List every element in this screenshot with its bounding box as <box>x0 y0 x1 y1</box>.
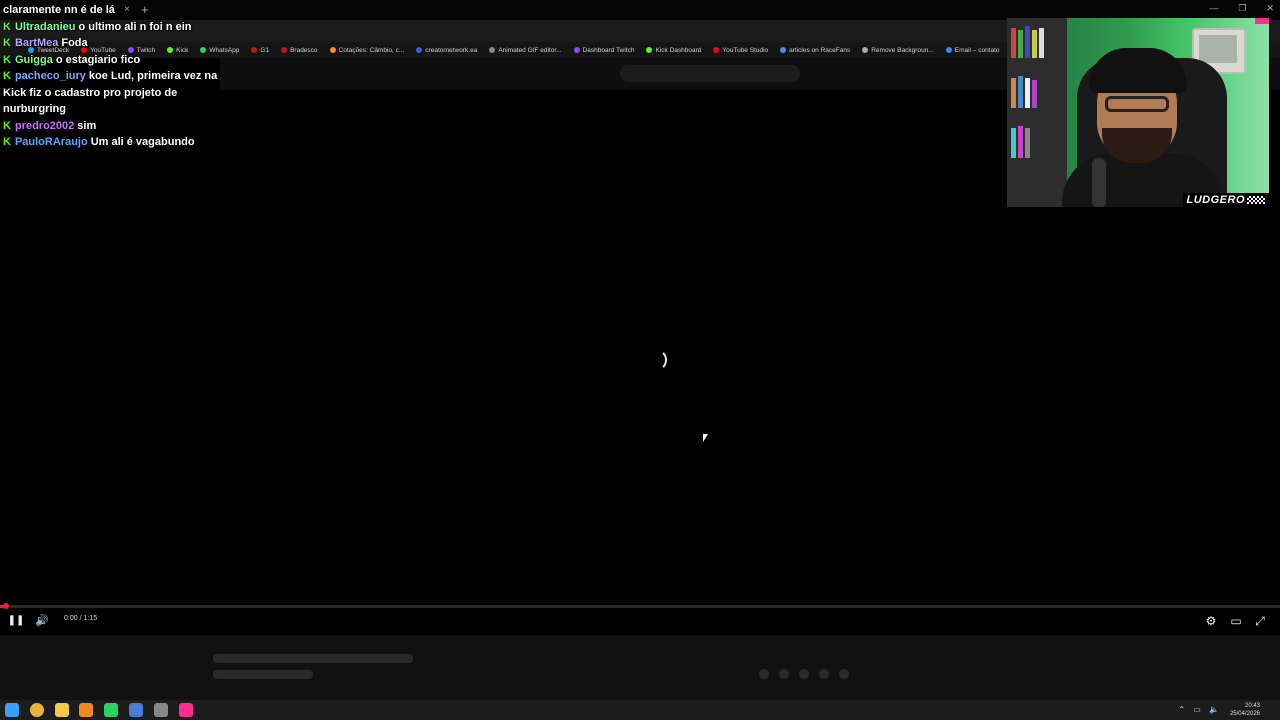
bookmark-label: G1 <box>260 46 270 54</box>
bookmark-favicon-icon <box>329 47 336 53</box>
chat-username[interactable]: Guigga <box>15 54 53 66</box>
bookmark-item[interactable]: Cotações: Câmbio, c... <box>329 46 405 54</box>
bookmark-label: Email – contato <box>954 46 1000 54</box>
player-controls: ❚❚ 🔊 0:00 / 1:15 ⚙ ▭ ⤢ <box>0 610 1280 632</box>
settings-icon[interactable]: ⚙ <box>1202 612 1220 630</box>
app-icon-orange[interactable] <box>79 703 94 717</box>
microphone <box>1092 158 1106 207</box>
bookmark-item[interactable]: YouTube Studio <box>713 47 768 54</box>
windows-start-icon[interactable] <box>5 703 19 717</box>
bookmark-label: Remove Backgroun... <box>871 46 934 54</box>
bookmark-item[interactable]: Remove Backgroun... <box>862 47 934 54</box>
kick-badge-icon: K <box>3 20 11 33</box>
chat-message: K Ultradanieu o ultimo ali n foi n ein <box>3 19 218 36</box>
bookmark-favicon-icon <box>416 47 423 53</box>
progress-knob[interactable] <box>3 603 9 609</box>
chat-text: o ultimo ali n foi n ein <box>78 20 192 33</box>
kick-badge-icon: K <box>3 53 11 66</box>
streamer-cap <box>1089 48 1187 93</box>
chat-username[interactable]: PauloRAraujo <box>15 136 88 148</box>
bookmark-item[interactable]: articles on RaceFans <box>780 47 850 54</box>
chat-username[interactable]: BartMea <box>15 37 58 49</box>
search-input[interactable] <box>620 65 800 82</box>
bookmark-favicon-icon <box>862 47 869 53</box>
title-placeholder <box>213 654 413 663</box>
app-icon-gear[interactable] <box>153 703 168 717</box>
bookmark-label: Kick Dashboard <box>655 46 702 54</box>
maximize-button[interactable]: ❐ <box>1238 3 1246 14</box>
bookmark-favicon-icon <box>646 47 653 53</box>
volume-icon[interactable]: 🔊 <box>33 612 51 630</box>
taskbar: ⌃ ▭ 🔈 20:43 25/04/2026 <box>0 700 1280 720</box>
bookmark-favicon-icon <box>489 47 496 53</box>
bookmark-label: Dashboard Twitch <box>582 46 635 54</box>
kick-badge-icon: K <box>3 37 11 49</box>
bookmark-label: YouTube Studio <box>722 46 769 54</box>
chat-username[interactable]: pacheco_iury <box>15 70 86 82</box>
chat-text: o estagiario fico <box>55 53 141 66</box>
video-info-placeholder <box>0 635 1280 700</box>
bookmark-favicon-icon <box>780 47 787 53</box>
bookmark-favicon-icon <box>281 47 288 53</box>
chat-text: sim <box>77 119 97 132</box>
glasses <box>1105 96 1169 112</box>
system-tray-icons[interactable]: ⌃ ▭ 🔈 <box>1178 705 1222 714</box>
chat-text: Foda <box>61 37 88 49</box>
app-icon-blue[interactable] <box>129 703 143 717</box>
tab-title[interactable]: claramente nn é de lá <box>3 2 218 19</box>
webcam-overlay: LUDGERO <box>1007 18 1269 207</box>
close-window-button[interactable]: ✕ <box>1266 3 1274 14</box>
bookmark-label: articles on RaceFans <box>789 46 851 54</box>
subtitle-placeholder <box>213 670 313 679</box>
chat-overlay: claramente nn é de lá K Ultradanieu o ulti… <box>3 2 218 151</box>
theater-mode-icon[interactable]: ▭ <box>1227 612 1245 630</box>
chat-username[interactable]: predro2002 <box>15 120 74 132</box>
bookmark-label: creatornetwork.ea <box>425 46 478 54</box>
chat-message: Kpredro2002 sim <box>3 118 218 135</box>
kick-badge-icon: K <box>3 136 11 148</box>
window-controls: — ❐ ✕ <box>1209 3 1274 14</box>
chat-message: K BartMea Foda <box>3 35 218 52</box>
bookmark-item[interactable]: Animated GIF editor... <box>489 46 562 54</box>
bookmark-item[interactable]: Bradesco <box>281 46 318 54</box>
mouse-cursor-icon <box>703 434 708 442</box>
kick-badge-icon: K <box>3 119 11 132</box>
streamer-logo: LUDGERO <box>1182 193 1269 207</box>
time-display: 0:00 / 1:15 <box>64 615 98 622</box>
chat-message: K PauloRAraujo Um ali é vagabundo <box>3 134 218 151</box>
video-progress-bar[interactable] <box>0 603 1280 609</box>
bookmark-favicon-icon <box>573 47 580 53</box>
bookmark-label: Animated GIF editor... <box>498 46 562 54</box>
minimize-button[interactable]: — <box>1209 3 1218 14</box>
bookmark-favicon-icon <box>945 47 952 53</box>
pause-icon[interactable]: ❚❚ <box>7 612 25 630</box>
chat-username[interactable]: Ultradanieu <box>15 21 76 33</box>
bookmark-item[interactable]: Email – contato <box>945 46 1000 54</box>
chrome-icon[interactable] <box>29 703 44 717</box>
kick-badge-icon: K <box>3 70 11 82</box>
bookmark-item[interactable]: creatornetwork.ea <box>416 47 477 54</box>
bookmark-label: Bradesco <box>290 46 318 54</box>
chat-message: Kpacheco_iury koe Lud, primeira vez na Ki… <box>3 68 218 118</box>
fullscreen-icon[interactable]: ⤢ <box>1251 612 1269 630</box>
file-explorer-icon[interactable] <box>54 703 69 717</box>
whatsapp-icon[interactable] <box>104 703 119 717</box>
chat-message: K Guigga o estagiario fico <box>3 52 218 69</box>
clock[interactable]: 20:43 25/04/2026 <box>1230 702 1260 718</box>
bookmark-favicon-icon <box>251 47 258 53</box>
bookmark-item[interactable]: Kick Dashboard <box>646 47 701 54</box>
app-icon-pink[interactable] <box>178 703 193 717</box>
bookmark-item[interactable]: Dashboard Twitch <box>573 46 635 54</box>
bookmark-label: Cotações: Câmbio, c... <box>338 46 405 54</box>
bookmark-item[interactable]: G1 <box>251 47 269 54</box>
chat-text: Um ali é vagabundo <box>90 136 195 148</box>
bookmark-favicon-icon <box>713 47 720 53</box>
loading-spinner-icon <box>645 349 667 371</box>
